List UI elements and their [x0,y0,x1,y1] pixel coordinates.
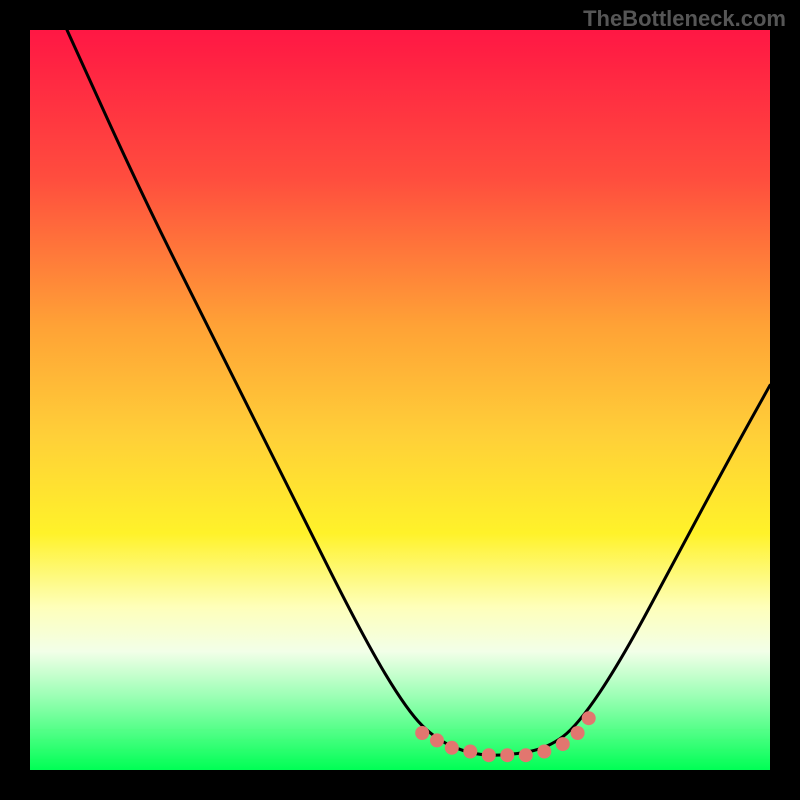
optimal-marker [537,745,551,759]
optimal-marker [415,726,429,740]
optimal-marker [582,711,596,725]
optimal-marker [463,745,477,759]
curve-group [67,30,770,755]
optimal-marker [482,748,496,762]
optimal-marker [445,741,459,755]
optimal-marker [430,733,444,747]
optimal-marker [571,726,585,740]
marker-group [415,711,596,762]
watermark-text: TheBottleneck.com [583,6,786,32]
chart-container: TheBottleneck.com [0,0,800,800]
optimal-marker [519,748,533,762]
bottleneck-curve-path [67,30,770,755]
plot-area [30,30,770,770]
optimal-marker [556,737,570,751]
optimal-marker [500,748,514,762]
bottleneck-curve-svg [30,30,770,770]
